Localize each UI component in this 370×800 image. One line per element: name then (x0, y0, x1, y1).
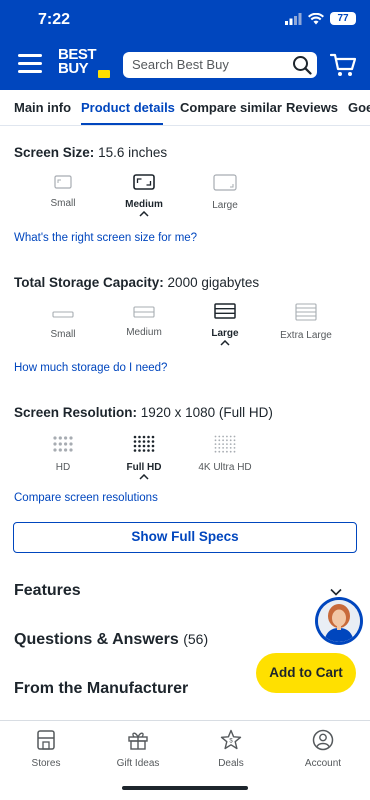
hd-dots-icon (53, 436, 73, 452)
svg-text:$: $ (229, 739, 233, 745)
menu-line (18, 54, 42, 57)
status-bar: 7:22 77 (0, 0, 370, 40)
option-label: Medium (126, 327, 162, 338)
small-screen-icon (54, 175, 72, 189)
nav-label: Stores (31, 758, 61, 769)
signal-icon (285, 12, 302, 25)
menu-button[interactable] (18, 54, 42, 74)
search-placeholder: Search Best Buy (132, 57, 229, 72)
product-tabs: Main info Product details Compare simila… (0, 90, 370, 126)
cart-icon[interactable] (330, 52, 356, 78)
full-hd-dots-icon (133, 435, 155, 452)
storage-large-icon (214, 303, 236, 319)
storage-option-medium[interactable]: Medium (99, 305, 189, 338)
nav-label: Gift Ideas (116, 758, 160, 769)
store-icon (37, 730, 55, 750)
chat-agent-button[interactable] (315, 597, 363, 645)
resolution-option-full-hd[interactable]: Full HD (99, 435, 189, 480)
resolution-option-hd[interactable]: HD (18, 435, 108, 473)
option-label: Extra Large (280, 330, 332, 341)
option-label: Large (211, 328, 239, 339)
storage-medium-icon (133, 306, 155, 318)
nav-label: Account (304, 758, 342, 769)
option-label: 4K Ultra HD (198, 462, 252, 473)
nav-label: Deals (218, 758, 244, 769)
option-label: Small (50, 198, 76, 209)
qa-title: Questions & Answers (14, 631, 179, 648)
nav-deals[interactable]: $ Deals (186, 729, 276, 769)
features-section[interactable]: Features (14, 582, 81, 600)
best-buy-logo[interactable]: BEST BUY (58, 47, 110, 82)
screen-size-value: 15.6 inches (98, 145, 168, 160)
app-header: BEST BUY Search Best Buy (0, 40, 370, 90)
storage-option-extra-large[interactable]: Extra Large (261, 303, 351, 341)
qa-count: (56) (183, 631, 209, 647)
tab-goe[interactable]: Goe (348, 100, 370, 115)
status-icons: 77 (285, 12, 356, 25)
resolution-label: Screen Resolution: (14, 405, 138, 420)
storage-heading: Total Storage Capacity: 2000 gigabytes (14, 275, 259, 290)
selected-caret-icon (220, 340, 230, 346)
storage-small-icon (52, 311, 74, 318)
battery-icon: 77 (330, 12, 356, 25)
option-label: Small (50, 329, 76, 340)
tab-product-details[interactable]: Product details (81, 100, 175, 115)
account-icon (312, 729, 334, 751)
screen-size-option-medium[interactable]: Medium (99, 174, 189, 217)
4k-dots-icon (214, 435, 236, 453)
storage-help-link[interactable]: How much storage do I need? (14, 362, 167, 374)
storage-option-large[interactable]: Large (180, 303, 270, 346)
nav-stores[interactable]: Stores (1, 729, 91, 769)
storage-label: Total Storage Capacity: (14, 275, 164, 290)
medium-screen-icon (133, 174, 155, 190)
selected-caret-icon (139, 211, 149, 217)
tab-compare-similar[interactable]: Compare similar (180, 100, 282, 115)
home-indicator (122, 786, 248, 790)
option-label: Medium (125, 199, 163, 210)
deals-tag-icon: $ (220, 729, 242, 750)
agent-avatar-icon (318, 600, 360, 642)
manufacturer-section[interactable]: From the Manufacturer (14, 680, 188, 698)
option-label: HD (55, 462, 71, 473)
resolution-value: 1920 x 1080 (Full HD) (140, 405, 273, 420)
search-icon[interactable] (292, 55, 312, 75)
resolution-help-link[interactable]: Compare screen resolutions (14, 492, 158, 504)
screen-size-label: Screen Size: (14, 145, 95, 160)
tab-main-info[interactable]: Main info (14, 100, 71, 115)
resolution-heading: Screen Resolution: 1920 x 1080 (Full HD) (14, 405, 273, 420)
add-to-cart-button[interactable]: Add to Cart (256, 653, 356, 693)
nav-gift-ideas[interactable]: Gift Ideas (93, 729, 183, 769)
search-input[interactable]: Search Best Buy (123, 52, 317, 78)
menu-line (18, 70, 42, 73)
screen-size-heading: Screen Size: 15.6 inches (14, 145, 167, 160)
logo-tag (98, 70, 110, 78)
large-screen-icon (213, 174, 237, 191)
active-tab-indicator (81, 123, 163, 125)
menu-line (18, 62, 42, 65)
tab-reviews[interactable]: Reviews (286, 100, 338, 115)
option-label: Large (212, 200, 238, 211)
screen-size-option-large[interactable]: Large (180, 174, 270, 211)
resolution-option-4k[interactable]: 4K Ultra HD (180, 435, 270, 473)
screen-size-help-link[interactable]: What's the right screen size for me? (14, 232, 197, 244)
show-full-specs-button[interactable]: Show Full Specs (13, 522, 357, 553)
nav-account[interactable]: Account (278, 729, 368, 769)
option-label: Full HD (126, 462, 162, 473)
wifi-icon (308, 12, 324, 24)
status-time: 7:22 (38, 11, 71, 28)
gift-icon (128, 732, 148, 750)
questions-answers-section[interactable]: Questions & Answers (56) (14, 631, 208, 649)
storage-extra-large-icon (295, 303, 317, 321)
chevron-down-icon[interactable] (330, 588, 342, 596)
selected-caret-icon (139, 474, 149, 480)
storage-value: 2000 gigabytes (167, 275, 260, 290)
agent-avatar (318, 600, 360, 642)
screen-size-option-small[interactable]: Small (18, 175, 108, 209)
storage-option-small[interactable]: Small (18, 307, 108, 340)
